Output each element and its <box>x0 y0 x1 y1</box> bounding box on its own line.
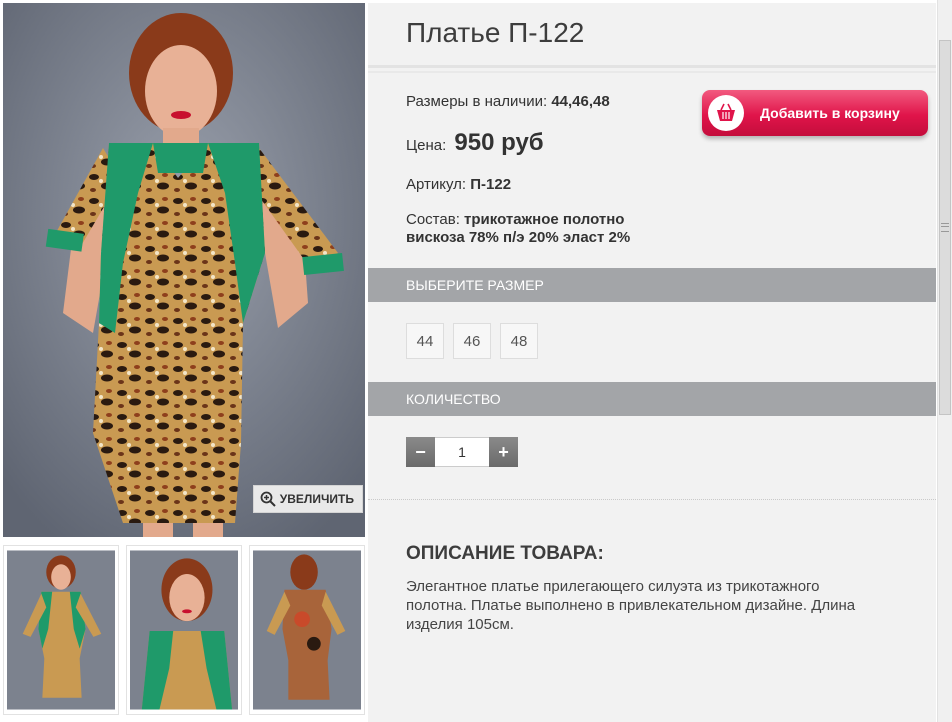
size-option-46[interactable]: 46 <box>453 323 491 359</box>
title-divider-secondary <box>368 71 936 73</box>
description-title: ОПИСАНИЕ ТОВАРА: <box>406 543 604 564</box>
basket-icon <box>717 103 735 121</box>
decrease-quantity-button[interactable]: − <box>406 437 435 467</box>
dress-photo-illustration <box>3 3 365 537</box>
thumbnail-closeup[interactable] <box>126 545 242 715</box>
composition: Состав: трикотажное полотно вискоза 78% … <box>406 211 630 247</box>
thumbnail-back[interactable] <box>249 545 365 715</box>
size-options: 44 46 48 <box>406 323 538 359</box>
scrollbar-thumb[interactable] <box>939 40 951 415</box>
thumbnail-closeup-image <box>130 550 238 710</box>
quantity-stepper: − + <box>406 437 518 467</box>
zoom-in-icon <box>260 491 276 507</box>
main-product-photo[interactable]: УВЕЛИЧИТЬ <box>3 3 365 537</box>
composition-line2: вискоза 78% п/э 20% эласт 2% <box>406 229 631 246</box>
increase-quantity-button[interactable]: + <box>489 437 518 467</box>
vertical-scrollbar[interactable] <box>937 0 952 722</box>
price: Цена: 950 руб <box>406 129 544 157</box>
sku-label: Артикул: <box>406 176 467 193</box>
size-option-44[interactable]: 44 <box>406 323 444 359</box>
thumbnail-front[interactable] <box>3 545 119 715</box>
description-text: Элегантное платье прилегающего силуэта и… <box>406 578 856 633</box>
sizes-value: 44,46,48 <box>551 93 610 110</box>
zoom-label: УВЕЛИЧИТЬ <box>279 492 354 506</box>
size-section-header: ВЫБЕРИТЕ РАЗМЕР <box>368 268 936 302</box>
composition-label: Состав: <box>406 211 460 228</box>
add-to-cart-button[interactable]: Добавить в корзину <box>702 90 928 136</box>
available-sizes: Размеры в наличии: 44,46,48 <box>406 93 610 110</box>
composition-line1: трикотажное полотно <box>464 211 625 228</box>
price-value: 950 руб <box>454 129 544 156</box>
zoom-button[interactable]: УВЕЛИЧИТЬ <box>252 485 363 513</box>
basket-icon-circle <box>708 95 744 131</box>
scrollbar-grip-icon <box>941 223 949 232</box>
thumbnail-strip <box>3 545 365 722</box>
add-to-cart-label: Добавить в корзину <box>760 105 900 121</box>
title-divider <box>368 65 936 68</box>
quantity-input[interactable] <box>435 437 489 467</box>
sizes-label: Размеры в наличии: <box>406 93 548 110</box>
product-title: Платье П-122 <box>406 17 585 48</box>
quantity-section-header: КОЛИЧЕСТВО <box>368 382 936 416</box>
thumbnail-back-image <box>253 550 361 710</box>
size-option-48[interactable]: 48 <box>500 323 538 359</box>
section-divider <box>368 499 936 500</box>
sku-value: П-122 <box>470 176 512 193</box>
price-label: Цена: <box>406 137 447 154</box>
product-info-panel: Платье П-122 Размеры в наличии: 44,46,48… <box>368 3 936 722</box>
sku: Артикул: П-122 <box>406 176 511 193</box>
thumbnail-front-image <box>7 550 115 710</box>
